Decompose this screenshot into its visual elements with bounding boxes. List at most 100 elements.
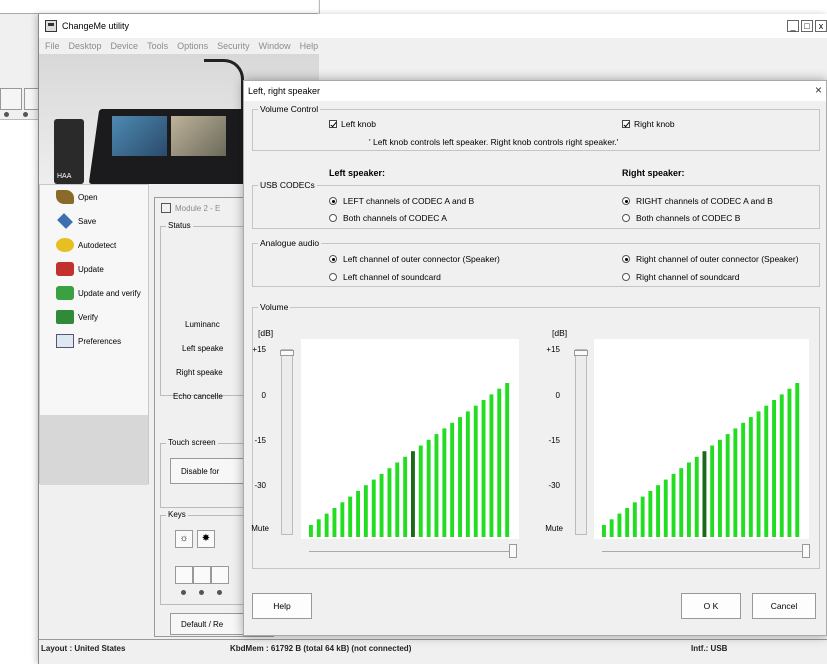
radio-button[interactable] xyxy=(622,214,630,222)
console-screen-left xyxy=(112,116,167,156)
checkbox-box[interactable] xyxy=(329,120,337,128)
dialog-title-bar: Left, right speaker × xyxy=(244,81,826,101)
left-db-unit: [dB] xyxy=(258,328,274,338)
volume-level-bar xyxy=(363,485,368,537)
volume-level-bar xyxy=(497,388,502,537)
sidebar-item-save[interactable]: Save xyxy=(40,209,148,233)
sidebar-item-verify[interactable]: Verify xyxy=(40,305,148,329)
radio-button[interactable] xyxy=(622,197,630,205)
menu-bar: File Desktop Device Tools Options Securi… xyxy=(39,38,827,54)
radio-button[interactable] xyxy=(329,255,337,263)
analogue-right-option-1-label: Right channel of outer connector (Speake… xyxy=(636,254,799,264)
volume-level-bar xyxy=(324,513,329,537)
left-tick-mute: Mute xyxy=(251,524,269,533)
update-verify-icon xyxy=(56,286,74,300)
usb-right-option-2[interactable]: Both channels of CODEC B xyxy=(622,213,740,223)
menu-window[interactable]: Window xyxy=(259,41,291,51)
analogue-right-option-1[interactable]: Right channel of outer connector (Speake… xyxy=(622,254,799,264)
volume-level-bar xyxy=(450,422,455,537)
menu-tools[interactable]: Tools xyxy=(147,41,168,51)
background-key[interactable] xyxy=(0,88,22,110)
volume-level-bar xyxy=(787,388,792,537)
volume-level-bar xyxy=(718,439,722,537)
volume-level-bar xyxy=(663,479,668,537)
right-volume-vertical-slider[interactable] xyxy=(574,349,588,535)
volume-level-bar xyxy=(617,513,622,537)
right-volume-slider-thumb[interactable] xyxy=(574,350,588,356)
maximize-button[interactable]: □ xyxy=(801,20,813,32)
save-icon xyxy=(57,213,73,229)
left-knob-checkbox[interactable]: Left knob xyxy=(329,119,376,129)
menu-security[interactable]: Security xyxy=(217,41,250,51)
analogue-left-option-1-label: Left channel of outer connector (Speaker… xyxy=(343,254,500,264)
minimize-button[interactable]: _ xyxy=(787,20,799,32)
sidebar-item-autodetect[interactable]: Autodetect xyxy=(40,233,148,257)
menu-device[interactable]: Device xyxy=(111,41,139,51)
usb-left-option-2[interactable]: Both channels of CODEC A xyxy=(329,213,447,223)
sidebar-item-update[interactable]: Update xyxy=(40,257,148,281)
knob-note: ' Left knob controls left speaker. Right… xyxy=(369,137,619,147)
analogue-left-option-2-label: Left channel of soundcard xyxy=(343,272,441,282)
volume-level-bar xyxy=(679,468,684,537)
key-cell[interactable] xyxy=(211,566,229,584)
left-volume-vertical-slider[interactable] xyxy=(280,349,294,535)
memory-status: KbdMem : 61792 B (total 64 kB) (not conn… xyxy=(230,644,412,653)
left-volume-slider-thumb[interactable] xyxy=(280,350,294,356)
volume-level-bar xyxy=(671,473,676,537)
right-knob-checkbox[interactable]: Right knob xyxy=(622,119,675,129)
sidebar-item-preferences[interactable]: Preferences xyxy=(40,329,148,353)
radio-button[interactable] xyxy=(329,197,337,205)
analogue-left-option-2[interactable]: Left channel of soundcard xyxy=(329,272,441,282)
menu-options[interactable]: Options xyxy=(177,41,208,51)
preferences-icon xyxy=(56,334,74,348)
sidebar-item-update-verify[interactable]: Update and verify xyxy=(40,281,148,305)
ok-button[interactable]: O K xyxy=(681,593,741,619)
left-balance-thumb[interactable] xyxy=(509,544,517,558)
sidebar-item-label: Update and verify xyxy=(78,288,141,298)
radio-button[interactable] xyxy=(622,255,630,263)
right-balance-thumb[interactable] xyxy=(802,544,810,558)
volume-level-bar xyxy=(748,417,753,537)
left-speaker-header: Left speaker: xyxy=(329,168,386,178)
right-db-unit: [dB] xyxy=(552,328,568,338)
usb-left-option-1-label: LEFT channels of CODEC A and B xyxy=(343,196,475,206)
brightness-down-key[interactable]: ☼ xyxy=(175,530,193,548)
cancel-button[interactable]: Cancel xyxy=(752,593,816,619)
volume-level-bar xyxy=(316,519,321,537)
update-icon xyxy=(56,262,74,276)
usb-left-option-1[interactable]: LEFT channels of CODEC A and B xyxy=(329,196,474,206)
usb-right-option-1[interactable]: RIGHT channels of CODEC A and B xyxy=(622,196,773,206)
dialog-close-icon[interactable]: × xyxy=(815,83,822,97)
help-button[interactable]: Help xyxy=(252,593,312,619)
left-balance-slider[interactable] xyxy=(309,544,517,563)
menu-help[interactable]: Help xyxy=(300,41,319,51)
analogue-audio-legend: Analogue audio xyxy=(258,238,322,248)
key-cell[interactable] xyxy=(193,566,211,584)
volume-level-bar xyxy=(379,473,384,537)
sidebar-item-label: Preferences xyxy=(78,336,122,346)
key-cell[interactable] xyxy=(175,566,193,584)
volume-level-bar xyxy=(458,417,462,537)
menu-file[interactable]: File xyxy=(45,41,60,51)
module-title: Module 2 - E xyxy=(175,203,221,213)
volume-level-bar xyxy=(656,485,660,537)
radio-button[interactable] xyxy=(622,273,630,281)
right-tick-minus30: -30 xyxy=(548,481,560,490)
sidebar-item-open[interactable]: Open xyxy=(40,185,148,209)
checkbox-box[interactable] xyxy=(622,120,630,128)
led-dot xyxy=(217,590,222,595)
analogue-left-option-1[interactable]: Left channel of outer connector (Speaker… xyxy=(329,254,500,264)
menu-desktop[interactable]: Desktop xyxy=(69,41,102,51)
radio-button[interactable] xyxy=(329,273,337,281)
status-bar: Layout : United States KbdMem : 61792 B … xyxy=(39,639,827,664)
close-button[interactable]: x xyxy=(815,20,827,32)
layout-status: Layout : United States xyxy=(41,644,126,653)
analogue-right-option-2[interactable]: Right channel of soundcard xyxy=(622,272,740,282)
sidebar-empty-area xyxy=(40,415,148,485)
right-balance-slider[interactable] xyxy=(602,544,810,563)
volume-level-bar xyxy=(632,502,637,537)
volume-level-bar xyxy=(687,462,691,537)
brightness-up-key[interactable]: ✸ xyxy=(197,530,215,548)
led-dot xyxy=(181,590,186,595)
radio-button[interactable] xyxy=(329,214,337,222)
